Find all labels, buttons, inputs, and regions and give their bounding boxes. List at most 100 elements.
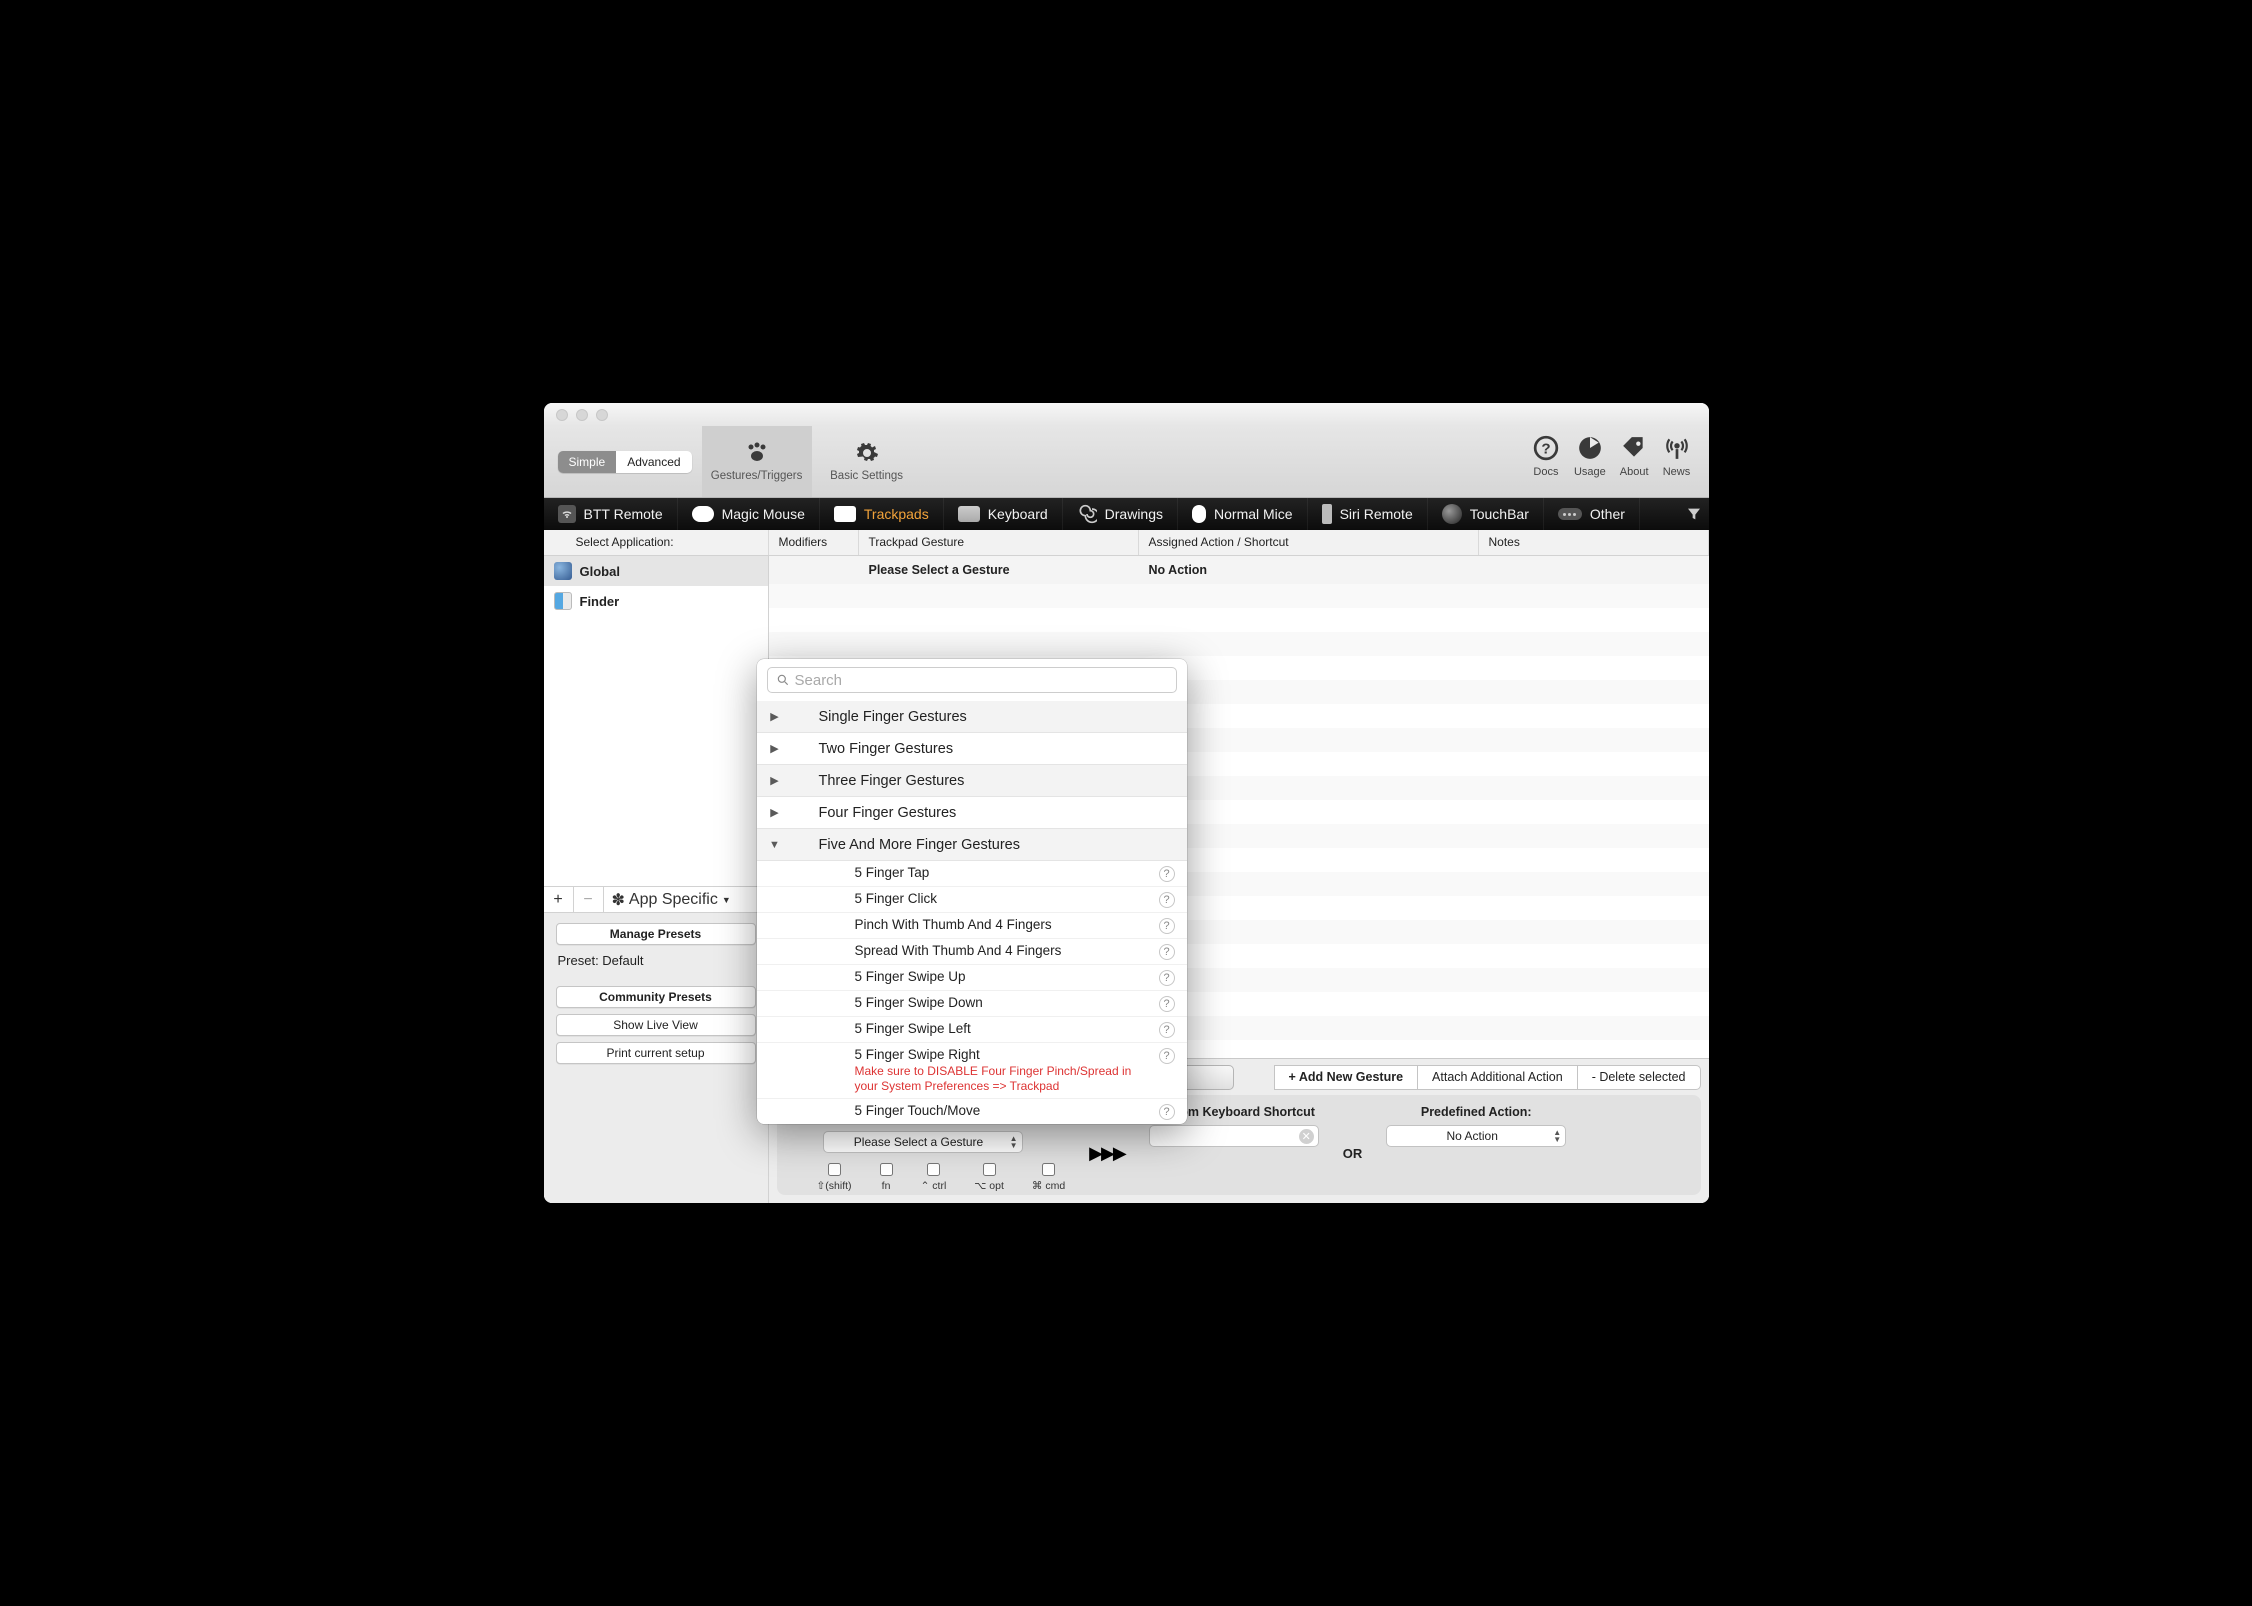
funnel-icon [1686, 506, 1702, 522]
app-item-global[interactable]: Global [544, 556, 768, 586]
device-other[interactable]: Other [1544, 498, 1640, 530]
gesture-label: 5 Finger Click [855, 891, 938, 906]
usage-button[interactable]: Usage [1574, 434, 1606, 493]
print-setup-button[interactable]: Print current setup [556, 1042, 756, 1064]
gesture-5-finger-click[interactable]: 5 Finger Click ? [757, 887, 1187, 913]
device-siri-remote[interactable]: Siri Remote [1308, 498, 1428, 530]
device-trackpads[interactable]: Trackpads [820, 498, 944, 530]
device-normal-mice[interactable]: Normal Mice [1178, 498, 1308, 530]
spiral-icon [1077, 504, 1097, 524]
mod-opt[interactable]: ⌥ opt [974, 1163, 1004, 1192]
or-label: OR [1343, 1146, 1363, 1161]
col-notes[interactable]: Notes [1479, 530, 1709, 555]
gesture-picker-popup: Search ▶ Single Finger Gestures ▶ Two Fi… [757, 659, 1187, 1124]
device-btt-remote[interactable]: BTT Remote [544, 498, 678, 530]
shortcut-input[interactable]: ✕ [1149, 1125, 1319, 1147]
help-icon[interactable]: ? [1159, 866, 1175, 882]
stepper-icon: ▲▼ [1553, 1129, 1561, 1143]
search-icon [776, 673, 790, 687]
news-label: News [1663, 466, 1691, 478]
gesture-label: 5 Finger Swipe Right [855, 1047, 1151, 1062]
minimize-button[interactable] [576, 409, 588, 421]
mod-ctrl[interactable]: ⌃ ctrl [921, 1163, 947, 1192]
help-icon[interactable]: ? [1159, 1104, 1175, 1120]
help-icon[interactable]: ? [1159, 970, 1175, 986]
device-label: Other [1590, 506, 1625, 522]
mode-advanced[interactable]: Advanced [616, 451, 691, 473]
add-new-gesture-button[interactable]: + Add New Gesture [1274, 1065, 1419, 1090]
show-live-view-button[interactable]: Show Live View [556, 1014, 756, 1036]
gesture-spread-thumb-4-fingers[interactable]: Spread With Thumb And 4 Fingers ? [757, 939, 1187, 965]
row-gesture-cell: Please Select a Gesture [859, 563, 1139, 577]
predefined-action-label: Predefined Action: [1421, 1105, 1532, 1119]
help-icon[interactable]: ? [1159, 944, 1175, 960]
pie-chart-icon [1577, 435, 1603, 461]
cat-label: Five And More Finger Gestures [819, 837, 1020, 853]
gesture-row[interactable]: Please Select a Gesture No Action [769, 556, 1709, 584]
tab-basic-settings[interactable]: Basic Settings [812, 426, 922, 497]
gesture-5-finger-swipe-right[interactable]: 5 Finger Swipe Right Make sure to DISABL… [757, 1043, 1187, 1099]
mode-segment: Simple Advanced [558, 451, 692, 473]
app-specific-dropdown[interactable]: ✽ App Specific ▼ [604, 887, 768, 912]
docs-button[interactable]: ? Docs [1532, 434, 1560, 493]
delete-selected-button[interactable]: - Delete selected [1578, 1065, 1701, 1090]
disclosure-triangle-icon: ▶ [769, 742, 781, 755]
device-keyboard[interactable]: Keyboard [944, 498, 1063, 530]
mod-shift[interactable]: ⇧(shift) [817, 1163, 852, 1192]
gesture-pinch-thumb-4-fingers[interactable]: Pinch With Thumb And 4 Fingers ? [757, 913, 1187, 939]
tab-label: Basic Settings [830, 470, 903, 482]
cat-three-finger[interactable]: ▶ Three Finger Gestures [757, 765, 1187, 797]
gesture-5-finger-tap[interactable]: 5 Finger Tap ? [757, 861, 1187, 887]
gesture-5-finger-swipe-down[interactable]: 5 Finger Swipe Down ? [757, 991, 1187, 1017]
manage-presets-button[interactable]: Manage Presets [556, 923, 756, 945]
cat-four-finger[interactable]: ▶ Four Finger Gestures [757, 797, 1187, 829]
device-label: Normal Mice [1214, 506, 1293, 522]
help-icon[interactable]: ? [1159, 918, 1175, 934]
tag-icon [1620, 435, 1648, 461]
mouse-icon [1192, 505, 1206, 523]
cat-two-finger[interactable]: ▶ Two Finger Gestures [757, 733, 1187, 765]
gesture-label: 5 Finger Tap [855, 865, 930, 880]
help-icon[interactable]: ? [1159, 996, 1175, 1012]
mod-fn[interactable]: fn [880, 1163, 893, 1192]
select-value: No Action [1447, 1129, 1498, 1143]
device-label: Keyboard [988, 506, 1048, 522]
attach-action-button[interactable]: Attach Additional Action [1418, 1065, 1578, 1090]
help-icon[interactable]: ? [1159, 1022, 1175, 1038]
col-assigned-action[interactable]: Assigned Action / Shortcut [1139, 530, 1479, 555]
gesture-select[interactable]: Please Select a Gesture ▲▼ [823, 1131, 1023, 1153]
gesture-5-finger-swipe-left[interactable]: 5 Finger Swipe Left ? [757, 1017, 1187, 1043]
tab-gestures-triggers[interactable]: Gestures/Triggers [702, 426, 812, 497]
zoom-button[interactable] [596, 409, 608, 421]
chevron-down-icon: ▼ [722, 895, 731, 905]
sidebar-lower: Manage Presets Preset: Default Community… [544, 913, 768, 1203]
app-item-finder[interactable]: Finder [544, 586, 768, 616]
disclosure-triangle-icon: ▶ [769, 806, 781, 819]
device-touchbar[interactable]: TouchBar [1428, 498, 1544, 530]
add-app-button[interactable]: + [544, 887, 574, 912]
community-presets-button[interactable]: Community Presets [556, 986, 756, 1008]
about-button[interactable]: About [1620, 434, 1649, 493]
cat-five-plus-finger[interactable]: ▼ Five And More Finger Gestures [757, 829, 1187, 861]
close-button[interactable] [556, 409, 568, 421]
predefined-action-select[interactable]: No Action ▲▼ [1386, 1125, 1566, 1147]
help-icon: ? [1533, 435, 1559, 461]
device-magic-mouse[interactable]: Magic Mouse [678, 498, 820, 530]
col-modifiers[interactable]: Modifiers [769, 530, 859, 555]
col-trackpad-gesture[interactable]: Trackpad Gesture [859, 530, 1139, 555]
globe-icon [554, 562, 572, 580]
mod-cmd[interactable]: ⌘ cmd [1032, 1163, 1065, 1192]
help-icon[interactable]: ? [1159, 892, 1175, 908]
device-filter-button[interactable] [1679, 498, 1709, 530]
gesture-5-finger-swipe-up[interactable]: 5 Finger Swipe Up ? [757, 965, 1187, 991]
mode-simple[interactable]: Simple [558, 451, 617, 473]
news-button[interactable]: News [1663, 434, 1691, 493]
cat-single-finger[interactable]: ▶ Single Finger Gestures [757, 701, 1187, 733]
other-icon [1558, 508, 1582, 520]
remove-app-button[interactable]: − [574, 887, 604, 912]
gesture-search-input[interactable]: Search [767, 667, 1177, 693]
help-icon[interactable]: ? [1159, 1048, 1175, 1064]
clear-shortcut-button[interactable]: ✕ [1299, 1129, 1314, 1144]
gesture-5-finger-touch-move[interactable]: 5 Finger Touch/Move ? [757, 1099, 1187, 1124]
device-drawings[interactable]: Drawings [1063, 498, 1178, 530]
